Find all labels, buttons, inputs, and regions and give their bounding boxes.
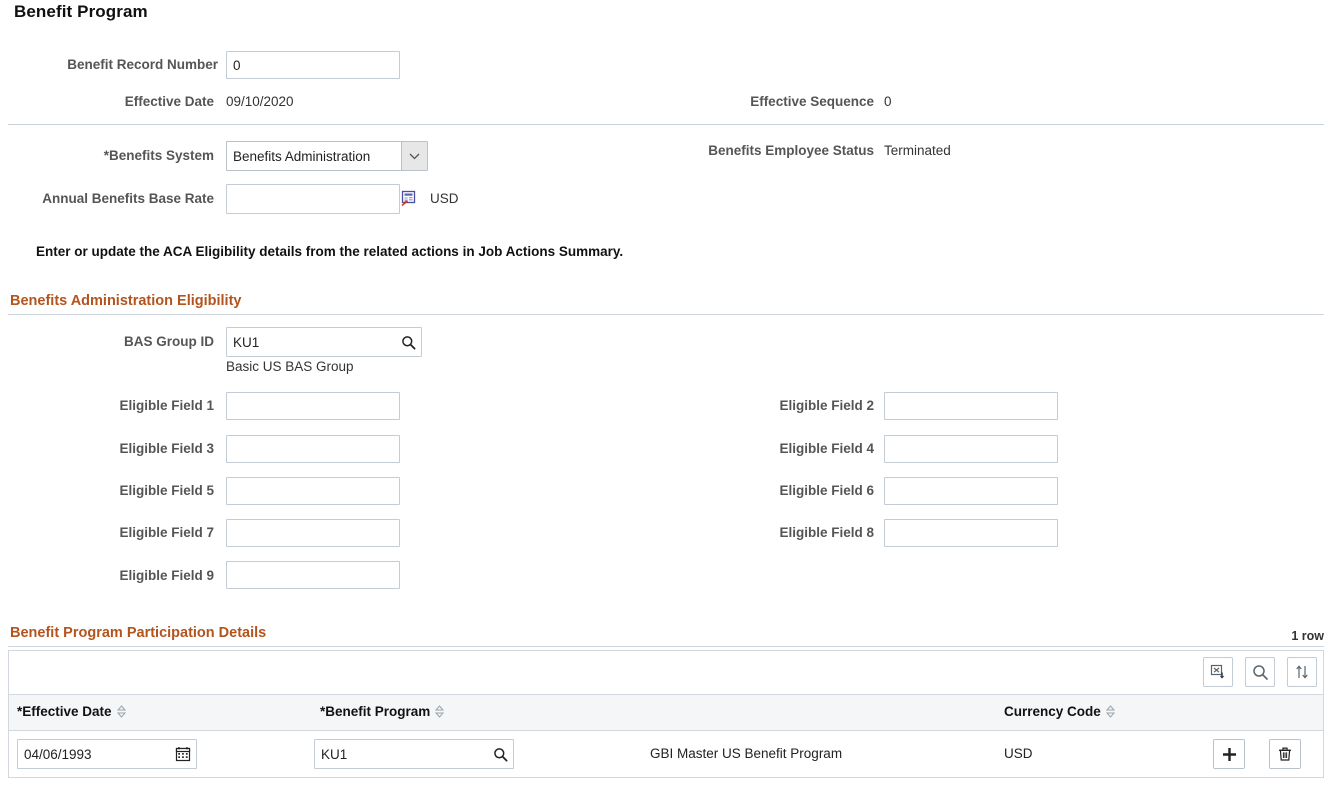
benefits-system-select-wrap: Benefits Administration xyxy=(226,141,428,171)
page-title: Benefit Program xyxy=(14,2,148,21)
column-header-effective-date-label: *Effective Date xyxy=(17,704,112,719)
column-header-effective-date[interactable]: *Effective Date xyxy=(17,704,126,719)
plus-icon xyxy=(1221,746,1238,763)
eligible-field-3-label: Eligible Field 3 xyxy=(119,441,214,456)
participation-grid: *Effective Date *Benefit Program Currenc… xyxy=(8,650,1324,778)
bas-group-id-input[interactable] xyxy=(226,327,422,357)
eligible-field-5-label: Eligible Field 5 xyxy=(119,483,214,498)
currency-conversion-icon[interactable] xyxy=(400,190,417,207)
grid-sort-button[interactable] xyxy=(1287,657,1317,687)
calendar-icon[interactable] xyxy=(175,746,191,762)
bas-group-id-label: BAS Group ID xyxy=(124,334,214,349)
sort-diamond-icon xyxy=(1105,705,1115,718)
eligible-field-7-label: Eligible Field 7 xyxy=(119,525,214,540)
eligible-field-1-label: Eligible Field 1 xyxy=(119,398,214,413)
column-header-benefit-program[interactable]: *Benefit Program xyxy=(320,704,445,719)
benefit-record-number-input[interactable] xyxy=(226,51,400,79)
download-to-excel-icon xyxy=(1210,664,1226,680)
annual-benefits-base-rate-input[interactable] xyxy=(226,184,400,214)
eligible-field-3-input[interactable] xyxy=(226,435,400,463)
benefits-administration-eligibility-header: Benefits Administration Eligibility xyxy=(10,293,242,309)
eligible-field-2-input[interactable] xyxy=(884,392,1058,420)
eligible-field-8-label: Eligible Field 8 xyxy=(779,525,874,540)
eligible-field-9-input[interactable] xyxy=(226,561,400,589)
effective-date-label: Effective Date xyxy=(124,94,214,109)
eligible-field-8-input[interactable] xyxy=(884,519,1058,547)
grid-find-button[interactable] xyxy=(1245,657,1275,687)
sort-updown-icon xyxy=(1294,664,1310,680)
eligible-field-7-input[interactable] xyxy=(226,519,400,547)
search-icon[interactable] xyxy=(400,334,416,350)
effective-sequence-label: Effective Sequence xyxy=(750,94,874,109)
row-count-label: 1 row xyxy=(1291,629,1324,643)
column-header-currency-code[interactable]: Currency Code xyxy=(1004,704,1115,719)
benefits-system-label: *Benefits System xyxy=(103,148,214,163)
benefit-record-number-label: Benefit Record Number xyxy=(67,57,218,72)
trash-icon xyxy=(1277,746,1293,762)
add-row-button[interactable] xyxy=(1213,739,1245,769)
eligible-field-2-label: Eligible Field 2 xyxy=(779,398,874,413)
sort-diamond-icon xyxy=(435,705,445,718)
column-header-benefit-program-label: *Benefit Program xyxy=(320,704,431,719)
section-divider-participation xyxy=(8,646,1324,647)
aca-eligibility-note: Enter or update the ACA Eligibility deta… xyxy=(36,244,624,259)
effective-date-value: 09/10/2020 xyxy=(226,94,294,109)
benefits-employee-status-label: Benefits Employee Status xyxy=(708,143,874,158)
eligible-field-1-input[interactable] xyxy=(226,392,400,420)
eligible-field-4-input[interactable] xyxy=(884,435,1058,463)
eligible-field-6-input[interactable] xyxy=(884,477,1058,505)
benefits-employee-status-value: Terminated xyxy=(884,143,951,158)
effective-date-cell xyxy=(17,739,197,769)
annual-benefits-base-rate-label: Annual Benefits Base Rate xyxy=(42,191,214,206)
delete-row-button[interactable] xyxy=(1269,739,1301,769)
grid-header-row: *Effective Date *Benefit Program Currenc… xyxy=(9,695,1323,731)
eligible-field-4-label: Eligible Field 4 xyxy=(779,441,874,456)
table-row: GBI Master US Benefit Program USD xyxy=(9,731,1323,777)
section-divider-eligibility xyxy=(8,314,1324,315)
eligible-field-5-input[interactable] xyxy=(226,477,400,505)
column-header-currency-code-label: Currency Code xyxy=(1004,704,1101,719)
benefit-program-participation-details-header: Benefit Program Participation Details xyxy=(10,625,267,641)
benefit-program-cell xyxy=(314,739,514,769)
row-benefit-program-input[interactable] xyxy=(314,739,514,769)
sort-diamond-icon xyxy=(116,705,126,718)
grid-toolbar xyxy=(9,651,1323,695)
row-currency-code: USD xyxy=(1004,746,1033,761)
search-icon[interactable] xyxy=(492,746,508,762)
benefit-program-page: Benefit Program Benefit Record Number Ef… xyxy=(0,0,1332,788)
section-divider-top xyxy=(8,124,1324,125)
row-effective-date-input[interactable] xyxy=(17,739,197,769)
bas-group-id-field-wrap xyxy=(226,327,422,357)
eligible-field-9-label: Eligible Field 9 xyxy=(119,568,214,583)
bas-group-id-description: Basic US BAS Group xyxy=(226,359,354,374)
annual-benefits-base-rate-currency: USD xyxy=(430,191,459,206)
effective-sequence-value: 0 xyxy=(884,94,892,109)
benefits-system-select[interactable]: Benefits Administration xyxy=(226,141,428,171)
download-to-excel-button[interactable] xyxy=(1203,657,1233,687)
row-benefit-program-description: GBI Master US Benefit Program xyxy=(650,746,843,761)
eligible-field-6-label: Eligible Field 6 xyxy=(779,483,874,498)
search-icon xyxy=(1252,664,1269,681)
